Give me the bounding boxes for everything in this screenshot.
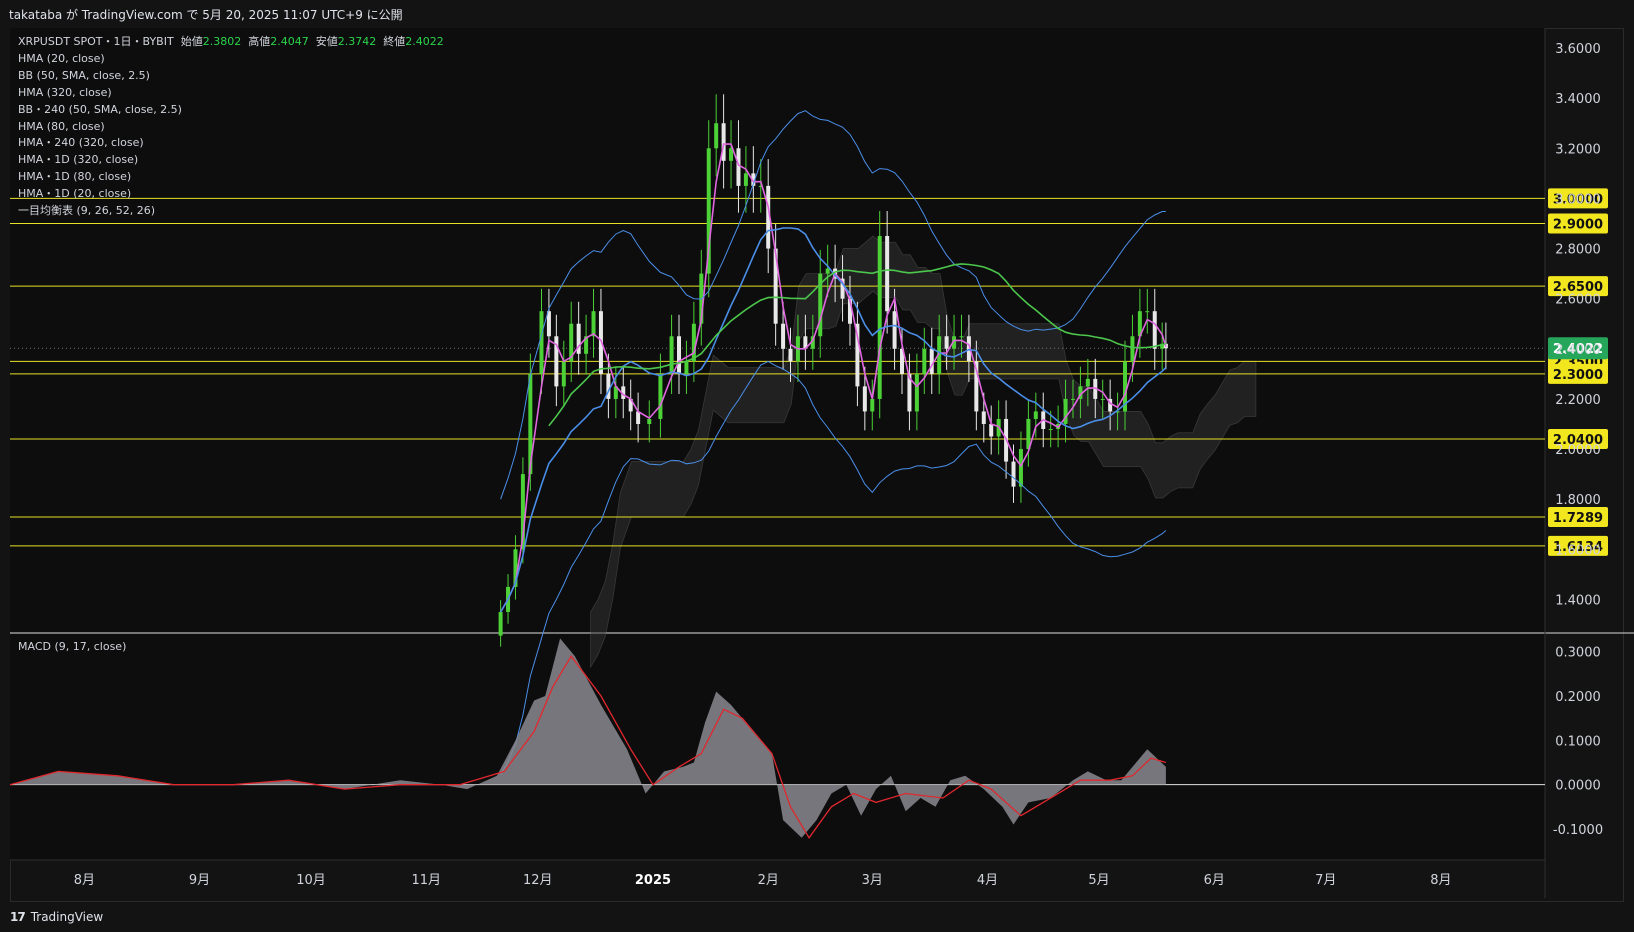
candle: [929, 348, 934, 374]
candle: [636, 411, 641, 424]
time-tick: 8月: [1430, 873, 1451, 888]
price-tick: 1.4000: [1555, 593, 1601, 608]
price-tick: 3.0000: [1555, 192, 1601, 207]
time-tick: 12月: [523, 873, 553, 888]
tradingview-logo-icon[interactable]: 17: [10, 910, 26, 924]
brand-name[interactable]: TradingView: [31, 910, 104, 924]
indicator-hma20[interactable]: HMA (20, close): [18, 51, 444, 68]
candle: [658, 373, 663, 419]
level-label: 1.7289: [1553, 511, 1603, 526]
candle: [989, 423, 994, 437]
high-label: 高値: [248, 35, 271, 48]
price-tick: 3.2000: [1555, 142, 1601, 157]
macd-legend[interactable]: MACD (9, 17, close): [18, 640, 126, 653]
candle: [885, 236, 890, 312]
candle: [862, 386, 867, 412]
candle: [677, 336, 682, 374]
price-tick: 1.6000: [1555, 543, 1601, 558]
candle: [922, 348, 927, 374]
indicator-hma-1d-80[interactable]: HMA・1D (80, close): [18, 169, 444, 186]
price-tick: 1.8000: [1555, 493, 1601, 508]
chart-legend: XRPUSDT SPOT・1日・BYBIT 始値2.3802 高値2.4047 …: [18, 34, 444, 220]
time-tick: 5月: [1088, 873, 1109, 888]
candle: [877, 236, 882, 399]
close-value: 2.4022: [405, 35, 444, 48]
time-tick: 7月: [1315, 873, 1336, 888]
indicator-hma-1d-20[interactable]: HMA・1D (20, close): [18, 186, 444, 203]
candle: [1130, 336, 1135, 362]
candle: [981, 411, 986, 424]
candle: [1070, 398, 1075, 400]
price-tick: 2.8000: [1555, 243, 1601, 258]
time-tick: 2025: [635, 873, 671, 888]
candle: [539, 311, 544, 374]
candle: [788, 348, 793, 362]
candle: [691, 323, 696, 362]
candle: [714, 123, 719, 149]
candle: [1085, 378, 1090, 387]
time-tick: 11月: [411, 873, 441, 888]
time-tick: 9月: [189, 873, 210, 888]
candle: [684, 361, 689, 374]
candle: [825, 268, 830, 274]
indicator-bb-240[interactable]: BB・240 (50, SMA, close, 2.5): [18, 102, 444, 119]
indicator-hma-1d-320[interactable]: HMA・1D (320, close): [18, 152, 444, 169]
price-tick: 3.6000: [1555, 42, 1601, 57]
open-value: 2.3802: [202, 35, 242, 48]
macd-tick: 0.0000: [1555, 779, 1601, 794]
symbol-title: XRPUSDT SPOT・1日・BYBIT: [18, 35, 174, 48]
candle: [743, 173, 748, 186]
time-tick: 4月: [977, 873, 998, 888]
candle: [1033, 411, 1038, 419]
price-tick: 2.4000: [1555, 343, 1601, 358]
candle: [669, 336, 674, 374]
candle: [1145, 311, 1150, 313]
candle: [736, 148, 741, 186]
candle: [1011, 461, 1016, 487]
macd-tick: -0.1000: [1553, 823, 1603, 838]
macd-tick: 0.2000: [1555, 690, 1601, 705]
candle: [870, 398, 875, 412]
low-value: 2.3742: [337, 35, 377, 48]
candle: [781, 323, 786, 349]
price-tick: 2.0000: [1555, 443, 1601, 458]
candle: [498, 611, 503, 636]
symbol-ohlc: XRPUSDT SPOT・1日・BYBIT 始値2.3802 高値2.4047 …: [18, 34, 444, 51]
footer: 17 TradingView: [0, 902, 1634, 932]
high-value: 2.4047: [270, 35, 309, 48]
level-label: 2.9000: [1553, 217, 1603, 232]
candle: [944, 336, 949, 349]
candle: [1100, 398, 1105, 400]
price-tick: 3.4000: [1555, 92, 1601, 107]
time-tick: 3月: [862, 873, 883, 888]
candle: [1152, 311, 1157, 349]
candle: [1018, 449, 1023, 487]
candle: [892, 311, 897, 349]
level-label: 2.3000: [1553, 368, 1603, 383]
time-tick: 6月: [1204, 873, 1225, 888]
macd-tick: 0.1000: [1555, 734, 1601, 749]
macd-tick: 0.3000: [1555, 646, 1601, 661]
candle: [561, 361, 566, 387]
low-label: 安値: [315, 35, 338, 48]
indicator-bb50[interactable]: BB (50, SMA, close, 2.5): [18, 68, 444, 85]
time-tick: 10月: [296, 873, 326, 888]
candle: [1048, 428, 1053, 430]
candle: [647, 418, 652, 424]
open-label: 始値: [180, 35, 203, 48]
macd-pane: [10, 634, 1545, 860]
indicator-hma80[interactable]: HMA (80, close): [18, 119, 444, 136]
candle: [914, 373, 919, 412]
price-tick: 2.2000: [1555, 393, 1601, 408]
candle: [959, 336, 964, 338]
close-label: 終値: [383, 35, 406, 48]
price-tick: 2.6000: [1555, 293, 1601, 308]
time-tick: 2月: [758, 873, 779, 888]
time-tick: 8月: [74, 873, 95, 888]
indicator-hma-240-320[interactable]: HMA・240 (320, close): [18, 135, 444, 152]
candle: [591, 311, 596, 337]
indicator-hma320[interactable]: HMA (320, close): [18, 85, 444, 102]
indicator-ichimoku[interactable]: 一目均衡表 (9, 26, 52, 26): [18, 203, 444, 220]
